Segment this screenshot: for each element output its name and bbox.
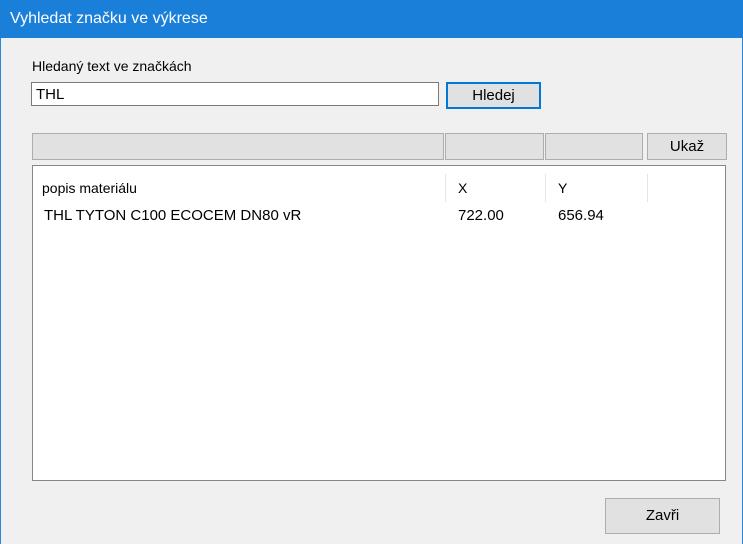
cell-x: 722.00	[458, 207, 504, 224]
close-button[interactable]: Zavři	[605, 498, 720, 534]
column-header-y[interactable]: Y	[558, 174, 567, 202]
window-title: Vyhledat značku ve výkrese	[10, 10, 208, 27]
column-header-x[interactable]: X	[458, 174, 467, 202]
cell-description: THL TYTON C100 ECOCEM DN80 vR	[44, 207, 302, 224]
list-header: popis materiálu X Y	[33, 174, 725, 202]
results-list[interactable]: popis materiálu X Y THL TYTON C100 ECOCE…	[32, 165, 726, 481]
search-label: Hledaný text ve značkách	[32, 58, 192, 74]
filter-description-field[interactable]	[32, 133, 444, 160]
column-separator	[647, 174, 648, 202]
cell-y: 656.94	[558, 207, 604, 224]
column-separator	[445, 174, 446, 202]
search-input[interactable]	[31, 82, 439, 106]
filter-x-field[interactable]	[445, 133, 544, 160]
search-button[interactable]: Hledej	[446, 82, 541, 109]
show-button[interactable]: Ukaž	[647, 133, 727, 160]
title-bar[interactable]: Vyhledat značku ve výkrese	[0, 0, 743, 38]
filter-y-field[interactable]	[545, 133, 643, 160]
list-item[interactable]: THL TYTON C100 ECOCEM DN80 vR 722.00 656…	[33, 204, 725, 228]
search-mark-dialog: Vyhledat značku ve výkrese Hledaný text …	[0, 0, 743, 544]
window-border-left	[0, 38, 1, 544]
column-separator	[545, 174, 546, 202]
column-header-description[interactable]: popis materiálu	[42, 174, 137, 202]
